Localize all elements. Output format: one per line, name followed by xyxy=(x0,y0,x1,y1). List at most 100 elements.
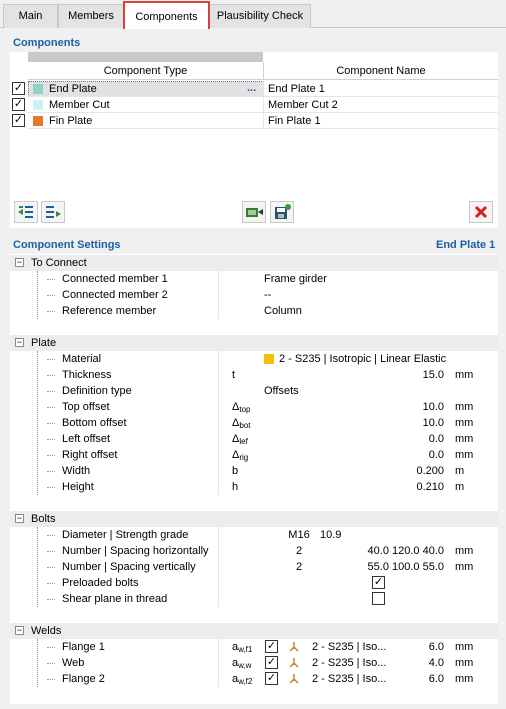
component-name-fin-plate[interactable]: Fin Plate 1 xyxy=(268,113,321,129)
group-plate[interactable]: − Plate xyxy=(10,335,498,351)
row-value[interactable]: 0.0 xyxy=(400,447,444,463)
row-spacing-horizontal[interactable]: Number | Spacing horizontally 2 40.0 120… xyxy=(10,543,498,559)
row-value[interactable]: 2 - S235 | Isotropic | Linear Elastic xyxy=(279,351,446,367)
row-label: Flange 2 xyxy=(62,673,105,685)
table-header-bar xyxy=(28,52,263,62)
weld-material[interactable]: 2 - S235 | Iso... xyxy=(312,639,386,655)
row-value[interactable]: 15.0 xyxy=(400,367,444,383)
row-material[interactable]: Material 2 - S235 | Isotropic | Linear E… xyxy=(10,351,498,367)
collapse-toggle[interactable]: − xyxy=(15,258,24,267)
bolt-grade[interactable]: 10.9 xyxy=(320,527,341,543)
row-value[interactable]: -- xyxy=(264,287,271,303)
group-welds[interactable]: − Welds xyxy=(10,623,498,639)
tab-main[interactable]: Main xyxy=(3,4,58,28)
row-value[interactable]: 0.200 xyxy=(400,463,444,479)
tab-components[interactable]: Components xyxy=(123,1,210,29)
row-label: Top offset xyxy=(62,401,110,413)
component-type-member-cut[interactable]: Member Cut xyxy=(49,97,110,113)
weld-symbol-icon[interactable] xyxy=(287,673,301,685)
component-settings-title: Component Settings xyxy=(13,239,121,251)
column-header-name[interactable]: Component Name xyxy=(264,62,498,80)
row-connected-member-1[interactable]: Connected member 1 Frame girder xyxy=(10,271,498,287)
bolt-diameter[interactable]: M16 xyxy=(274,527,324,543)
weld-symbol-icon[interactable] xyxy=(287,641,301,653)
tab-plausibility-check[interactable]: Plausibility Check xyxy=(209,4,311,28)
weld-material[interactable]: 2 - S235 | Iso... xyxy=(312,655,386,671)
component-name-end-plate[interactable]: End Plate 1 xyxy=(268,81,325,97)
row-label: Connected member 2 xyxy=(62,289,168,301)
row-unit: mm xyxy=(455,449,474,461)
row-right-offset[interactable]: Right offset Δrig 0.0 mm xyxy=(10,447,498,463)
component-name-member-cut[interactable]: Member Cut 2 xyxy=(268,97,338,113)
group-label: Bolts xyxy=(31,513,56,525)
component-type-fin-plate[interactable]: Fin Plate xyxy=(49,113,92,129)
save-button[interactable] xyxy=(270,201,294,223)
row-value[interactable]: 6.0 xyxy=(400,671,444,687)
shear-plane-checkbox[interactable] xyxy=(372,592,385,605)
weld-symbol-icon[interactable] xyxy=(287,657,301,669)
row-bottom-offset[interactable]: Bottom offset Δbot 10.0 mm xyxy=(10,415,498,431)
row-value[interactable]: Offsets xyxy=(264,383,299,399)
row-checkbox-end-plate[interactable]: ✓ xyxy=(12,82,25,95)
row-label: Connected member 1 xyxy=(62,273,168,285)
bolt-count[interactable]: 2 xyxy=(274,543,324,559)
library-icon xyxy=(246,208,263,217)
row-value[interactable]: 10.0 xyxy=(400,399,444,415)
row-symbol: t xyxy=(232,369,236,381)
row-checkbox-member-cut[interactable]: ✓ xyxy=(12,98,25,111)
collapse-toggle[interactable]: − xyxy=(15,338,24,347)
row-diameter-strength[interactable]: Diameter | Strength grade M16 10.9 xyxy=(10,527,498,543)
deselect-all-button[interactable] xyxy=(41,201,65,223)
row-value[interactable]: 4.0 xyxy=(400,655,444,671)
row-checkbox-fin-plate[interactable]: ✓ xyxy=(12,114,25,127)
row-value[interactable]: Column xyxy=(264,303,302,319)
group-label: To Connect xyxy=(31,257,87,269)
row-weld-web[interactable]: Web aw,w ✓ 2 - S235 | Iso... 4.0 mm xyxy=(10,655,498,671)
row-value[interactable]: 6.0 xyxy=(400,639,444,655)
bolt-spacing[interactable]: 55.0 100.0 55.0 xyxy=(330,559,444,575)
group-to-connect[interactable]: − To Connect xyxy=(10,255,498,271)
ellipsis-button[interactable]: ... xyxy=(247,80,256,96)
component-type-end-plate[interactable]: End Plate xyxy=(49,81,97,97)
row-weld-flange-1[interactable]: Flange 1 aw,f1 ✓ 2 - S235 | Iso... 6.0 m… xyxy=(10,639,498,655)
row-value[interactable]: Frame girder xyxy=(264,271,327,287)
row-value[interactable]: 10.0 xyxy=(400,415,444,431)
bolt-spacing[interactable]: 40.0 120.0 40.0 xyxy=(330,543,444,559)
select-all-icon xyxy=(18,206,33,218)
row-top-offset[interactable]: Top offset Δtop 10.0 mm xyxy=(10,399,498,415)
row-unit: mm xyxy=(455,561,474,573)
row-shear-plane-thread[interactable]: Shear plane in thread xyxy=(10,591,498,607)
row-label: Thickness xyxy=(62,369,112,381)
weld-checkbox[interactable]: ✓ xyxy=(265,672,278,685)
select-all-button[interactable] xyxy=(14,201,38,223)
library-button[interactable] xyxy=(242,201,266,223)
weld-checkbox[interactable]: ✓ xyxy=(265,656,278,669)
tab-members[interactable]: Members xyxy=(58,4,124,28)
weld-checkbox[interactable]: ✓ xyxy=(265,640,278,653)
bolt-count[interactable]: 2 xyxy=(274,559,324,575)
column-header-type[interactable]: Component Type xyxy=(28,62,264,80)
row-width[interactable]: Width b 0.200 m xyxy=(10,463,498,479)
row-preloaded-bolts[interactable]: Preloaded bolts ✓ xyxy=(10,575,498,591)
group-bolts[interactable]: − Bolts xyxy=(10,511,498,527)
row-thickness[interactable]: Thickness t 15.0 mm xyxy=(10,367,498,383)
row-unit: mm xyxy=(455,657,474,669)
row-label: Right offset xyxy=(62,449,118,461)
row-unit: m xyxy=(455,481,465,493)
row-definition-type[interactable]: Definition type Offsets xyxy=(10,383,498,399)
row-spacing-vertical[interactable]: Number | Spacing vertically 2 55.0 100.0… xyxy=(10,559,498,575)
preloaded-bolts-checkbox[interactable]: ✓ xyxy=(372,576,385,589)
row-height[interactable]: Height h 0.210 m xyxy=(10,479,498,495)
collapse-toggle[interactable]: − xyxy=(15,626,24,635)
row-value[interactable]: 0.210 xyxy=(400,479,444,495)
row-connected-member-2[interactable]: Connected member 2 -- xyxy=(10,287,498,303)
row-value[interactable]: 0.0 xyxy=(400,431,444,447)
color-swatch xyxy=(33,100,43,110)
row-reference-member[interactable]: Reference member Column xyxy=(10,303,498,319)
collapse-toggle[interactable]: − xyxy=(15,514,24,523)
row-left-offset[interactable]: Left offset Δlef 0.0 mm xyxy=(10,431,498,447)
weld-material[interactable]: 2 - S235 | Iso... xyxy=(312,671,386,687)
delete-button[interactable] xyxy=(469,201,493,223)
delete-icon xyxy=(474,205,488,219)
row-weld-flange-2[interactable]: Flange 2 aw,f2 ✓ 2 - S235 | Iso... 6.0 m… xyxy=(10,671,498,687)
